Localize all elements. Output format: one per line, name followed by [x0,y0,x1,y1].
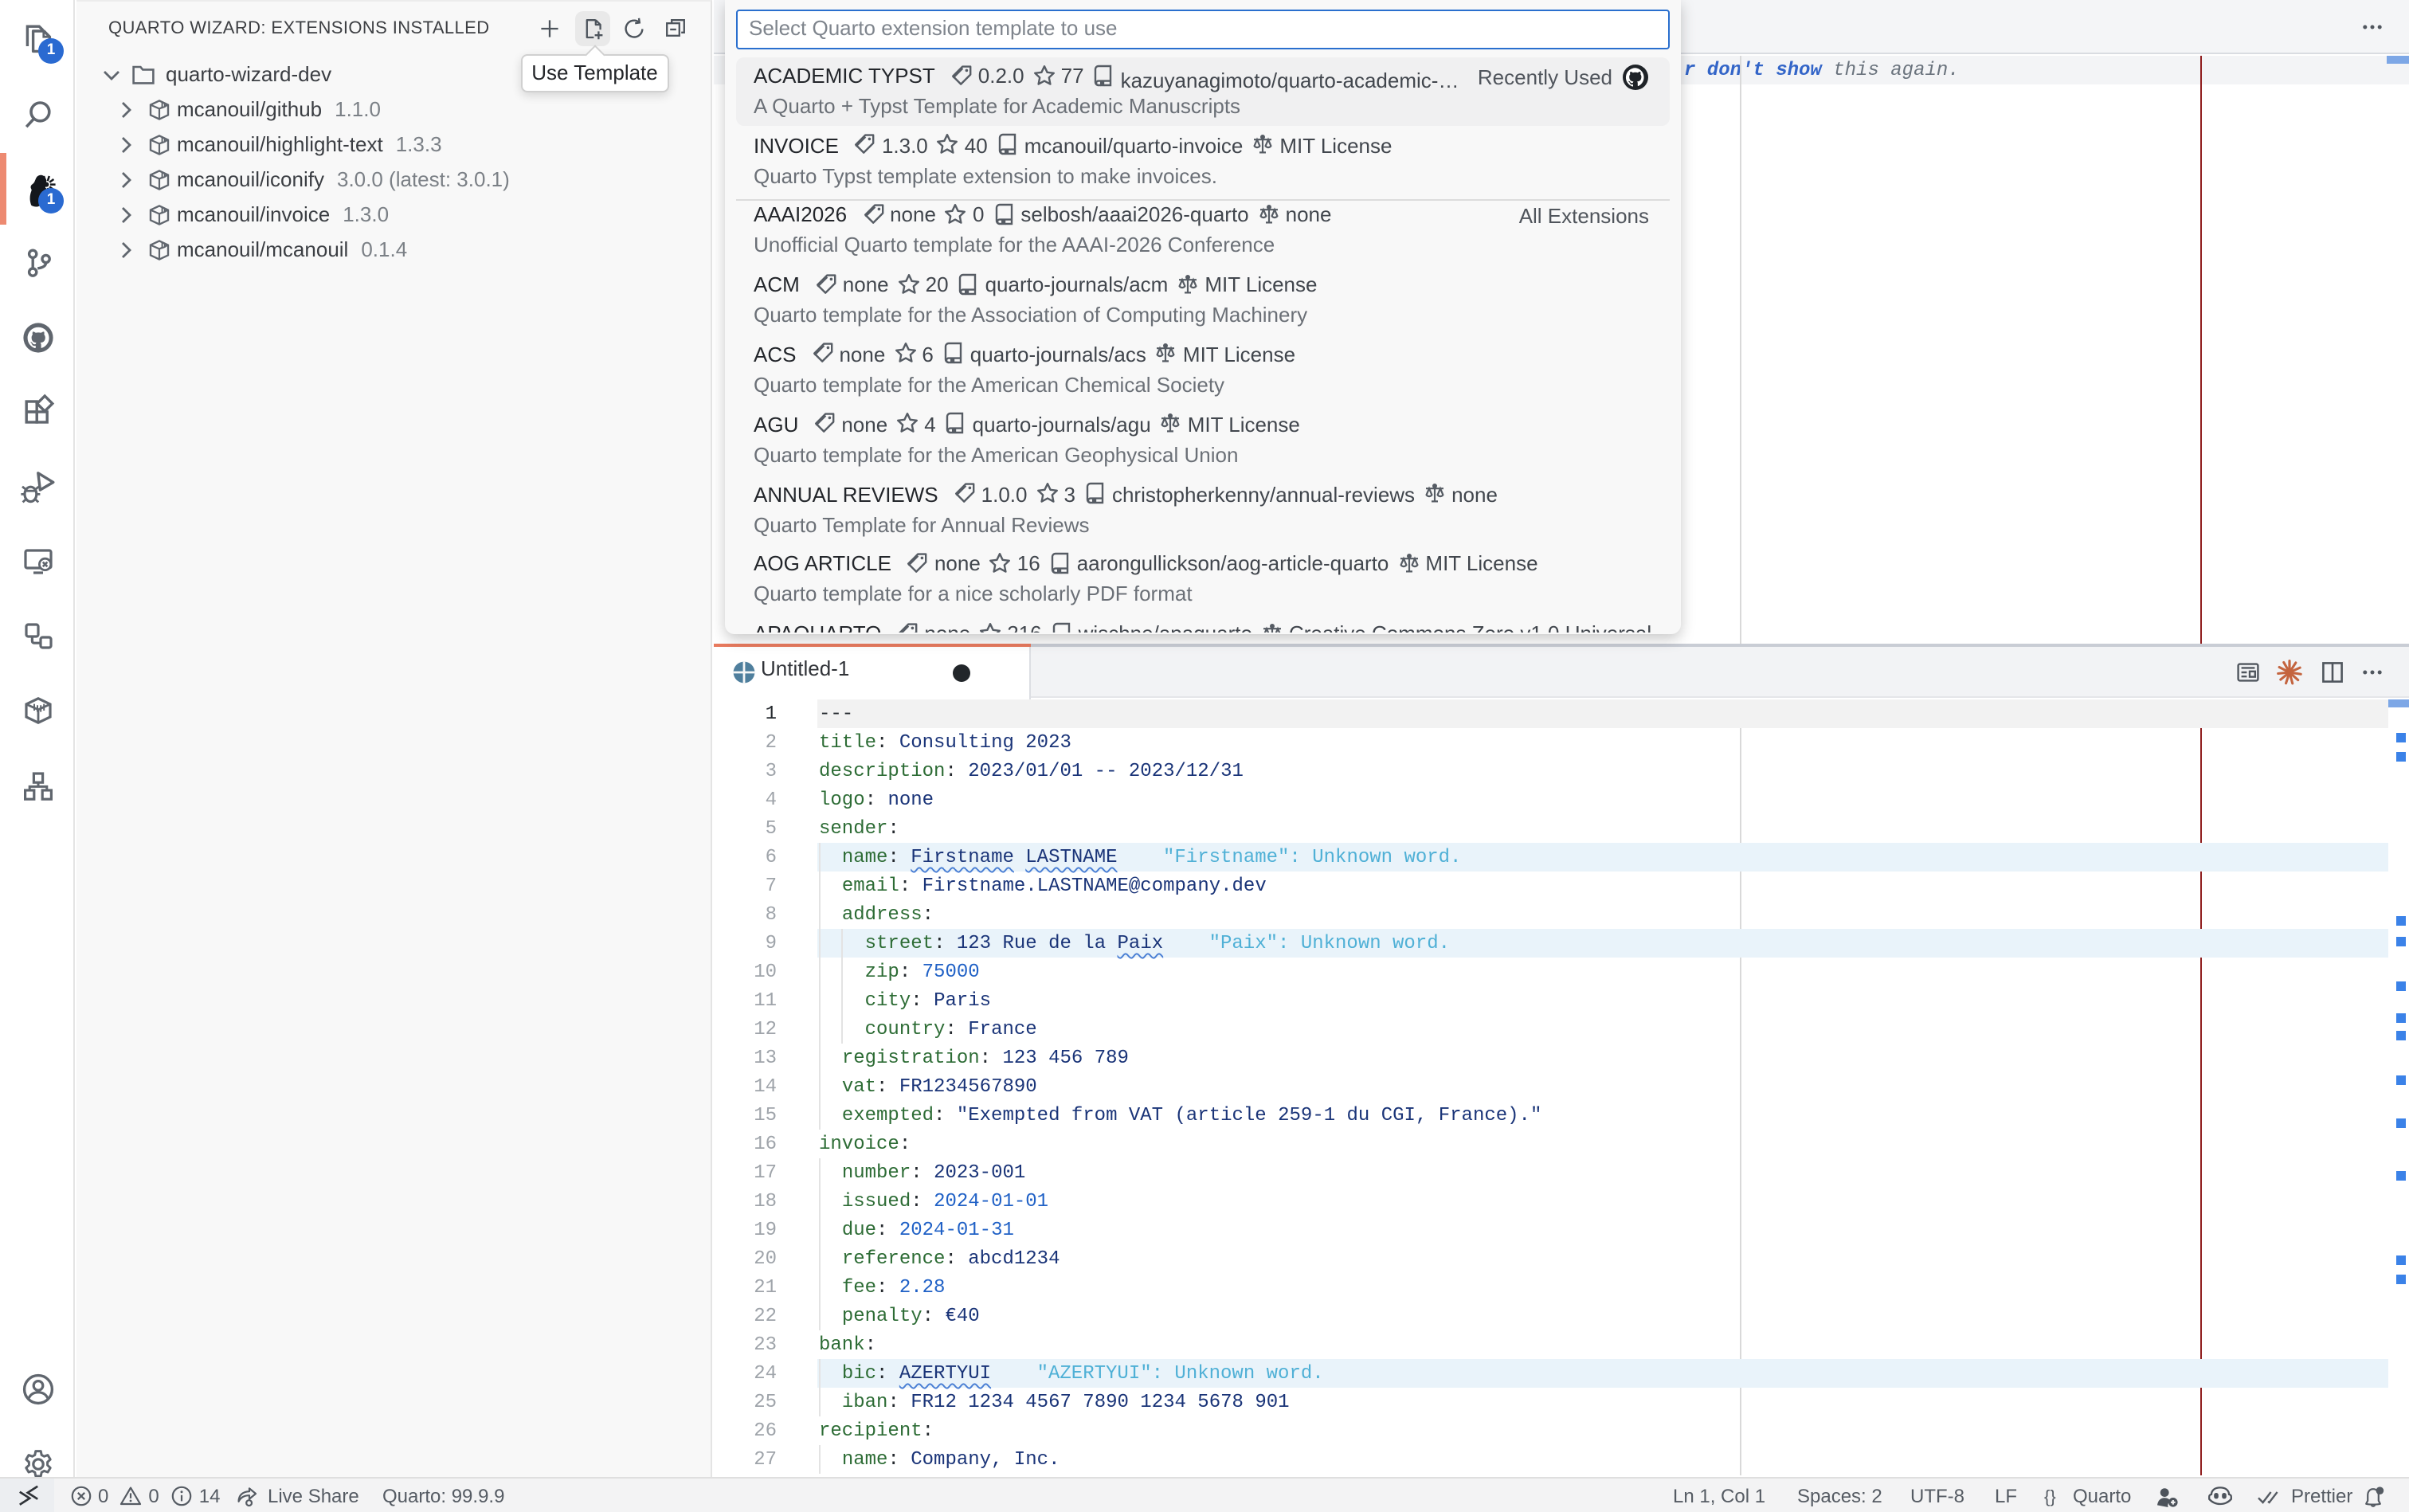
svg-text:{}: {} [2044,1487,2056,1506]
